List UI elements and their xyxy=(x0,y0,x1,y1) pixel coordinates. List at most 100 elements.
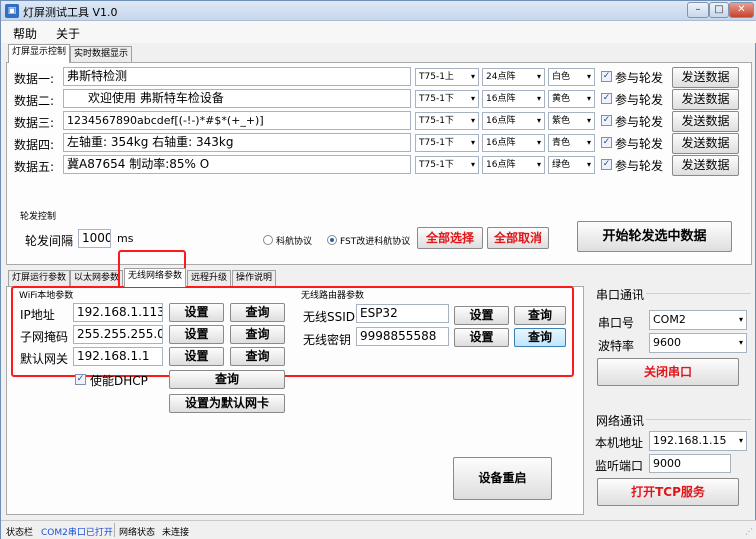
divider xyxy=(646,419,751,420)
dhcp-label: 使能DHCP xyxy=(90,374,148,388)
font-select[interactable]: 16点阵 ▾ xyxy=(482,134,545,152)
rotate-checkbox[interactable]: ✓ xyxy=(601,137,612,148)
protocol-label-kehang: 科航协议 xyxy=(276,237,313,247)
rotate-checkbox[interactable]: ✓ xyxy=(601,71,612,82)
cancel-all-button[interactable]: 全部取消 xyxy=(487,227,549,249)
font-select[interactable]: 16点阵 ▾ xyxy=(482,112,545,130)
protocol-radio-fst[interactable] xyxy=(327,235,337,245)
maximize-button[interactable]: □ xyxy=(709,2,729,18)
mode-select[interactable]: T75-1上 ▾ xyxy=(415,68,479,86)
router-title: 无线路由器参数 xyxy=(301,291,365,301)
dhcp-checkbox[interactable]: ✓ xyxy=(75,374,86,385)
send-data-button[interactable]: 发送数据 xyxy=(672,67,739,88)
dhcp-query-button[interactable]: 查询 xyxy=(169,370,285,389)
tab-remote-upgrade[interactable]: 远程升级 xyxy=(187,270,232,287)
color-select[interactable]: 白色 ▾ xyxy=(548,68,595,86)
send-data-button[interactable]: 发送数据 xyxy=(672,111,739,132)
local-address-label: 本机地址 xyxy=(595,436,644,450)
tab-wireless-params[interactable]: 无线网络参数 xyxy=(124,268,187,287)
protocol-label-fst: FST改进科航协议 xyxy=(340,237,411,247)
mask-input[interactable]: 255.255.255.0 xyxy=(73,325,163,344)
reboot-device-button[interactable]: 设备重启 xyxy=(453,457,552,500)
mask-set-button[interactable]: 设置 xyxy=(169,325,224,344)
mode-select[interactable]: T75-1下 ▾ xyxy=(415,112,479,130)
menu-help[interactable]: 帮助 xyxy=(13,25,37,42)
tab-display-control[interactable]: 灯屏显示控制 xyxy=(8,44,71,63)
data-input[interactable]: 左轴重: 354kg 右轴重: 343kg xyxy=(63,133,411,152)
tab-ethernet-params[interactable]: 以太网参数 xyxy=(70,270,124,287)
select-all-button[interactable]: 全部选择 xyxy=(417,227,483,249)
gateway-set-button[interactable]: 设置 xyxy=(169,347,224,366)
ssid-input[interactable]: ESP32 xyxy=(356,304,449,323)
data-input[interactable]: 弗斯特检测 xyxy=(63,67,411,86)
color-value: 青色 xyxy=(552,138,571,148)
tab-instructions[interactable]: 操作说明 xyxy=(232,270,277,287)
chevron-down-icon: ▾ xyxy=(536,160,541,169)
rotate-checkbox[interactable]: ✓ xyxy=(601,115,612,126)
font-select[interactable]: 16点阵 ▾ xyxy=(482,90,545,108)
gateway-query-button[interactable]: 查询 xyxy=(230,347,285,366)
font-select[interactable]: 16点阵 ▾ xyxy=(482,156,545,174)
mode-select[interactable]: T75-1下 ▾ xyxy=(415,90,479,108)
ip-set-button[interactable]: 设置 xyxy=(169,303,224,322)
local-address-select[interactable]: 192.168.1.15 ▾ xyxy=(649,431,747,451)
key-set-button[interactable]: 设置 xyxy=(454,328,509,347)
key-query-button[interactable]: 查询 xyxy=(514,328,566,347)
data-label: 数据二: xyxy=(14,94,55,108)
key-input[interactable]: 9998855588 xyxy=(356,327,449,346)
data-input[interactable]: 冀A87654 制动率:85% O xyxy=(63,155,411,174)
title-bar: ▣ 灯屏测试工具 V1.0 – □ ✕ xyxy=(1,1,756,21)
port-select[interactable]: COM2 ▾ xyxy=(649,310,747,330)
color-select[interactable]: 黄色 ▾ xyxy=(548,90,595,108)
mode-select[interactable]: T75-1下 ▾ xyxy=(415,134,479,152)
send-data-button[interactable]: 发送数据 xyxy=(672,89,739,110)
set-default-nic-button[interactable]: 设置为默认网卡 xyxy=(169,394,285,413)
gateway-label: 默认网关 xyxy=(20,352,69,366)
interval-input[interactable]: 1000 xyxy=(78,229,111,248)
mask-query-button[interactable]: 查询 xyxy=(230,325,285,344)
baud-label: 波特率 xyxy=(598,339,635,353)
close-button[interactable]: ✕ xyxy=(729,2,754,18)
chevron-down-icon: ▾ xyxy=(536,116,541,125)
listen-port-input[interactable]: 9000 xyxy=(649,454,731,473)
color-select[interactable]: 青色 ▾ xyxy=(548,134,595,152)
rotate-checkbox[interactable]: ✓ xyxy=(601,93,612,104)
protocol-radio-kehang[interactable] xyxy=(263,235,273,245)
baud-select[interactable]: 9600 ▾ xyxy=(649,333,747,353)
rotate-label: 参与轮发 xyxy=(615,93,664,107)
network-status-value: 未连接 xyxy=(162,528,190,538)
mask-label: 子网掩码 xyxy=(20,330,69,344)
chevron-down-icon: ▾ xyxy=(470,160,475,169)
mode-select[interactable]: T75-1下 ▾ xyxy=(415,156,479,174)
color-select[interactable]: 绿色 ▾ xyxy=(548,156,595,174)
chevron-down-icon: ▾ xyxy=(470,116,475,125)
ip-label: IP地址 xyxy=(20,308,55,322)
mode-value: T75-1下 xyxy=(419,138,454,148)
color-value: 紫色 xyxy=(552,116,571,126)
close-serial-button[interactable]: 关闭串口 xyxy=(597,358,739,386)
send-data-button[interactable]: 发送数据 xyxy=(672,155,739,176)
font-select[interactable]: 24点阵 ▾ xyxy=(482,68,545,86)
ssid-query-button[interactable]: 查询 xyxy=(514,306,566,325)
gateway-input[interactable]: 192.168.1.1 xyxy=(73,347,163,366)
data-input[interactable]: 欢迎使用 弗斯特车检设备 xyxy=(63,89,411,108)
rotate-checkbox[interactable]: ✓ xyxy=(601,159,612,170)
start-rotation-button[interactable]: 开始轮发选中数据 xyxy=(577,221,732,252)
font-value: 24点阵 xyxy=(486,72,516,82)
status-label: 状态栏 xyxy=(6,528,34,538)
tab-run-params[interactable]: 灯屏运行参数 xyxy=(8,270,71,287)
send-data-button[interactable]: 发送数据 xyxy=(672,133,739,154)
resize-grip-icon[interactable]: ⋰ xyxy=(745,527,753,536)
network-group-title: 网络通讯 xyxy=(596,414,645,428)
rotate-label: 参与轮发 xyxy=(615,115,664,129)
open-tcp-button[interactable]: 打开TCP服务 xyxy=(597,478,739,506)
tab-realtime-data[interactable]: 实时数据显示 xyxy=(70,46,133,63)
color-select[interactable]: 紫色 ▾ xyxy=(548,112,595,130)
ip-query-button[interactable]: 查询 xyxy=(230,303,285,322)
data-input[interactable]: 1234567890abcdef[(-!-)*#$*(+_+)] xyxy=(63,111,411,130)
menu-about[interactable]: 关于 xyxy=(56,25,80,42)
ssid-set-button[interactable]: 设置 xyxy=(454,306,509,325)
chevron-down-icon: ▾ xyxy=(536,72,541,81)
minimize-button[interactable]: – xyxy=(687,2,709,18)
ip-input[interactable]: 192.168.1.113 xyxy=(73,303,163,322)
